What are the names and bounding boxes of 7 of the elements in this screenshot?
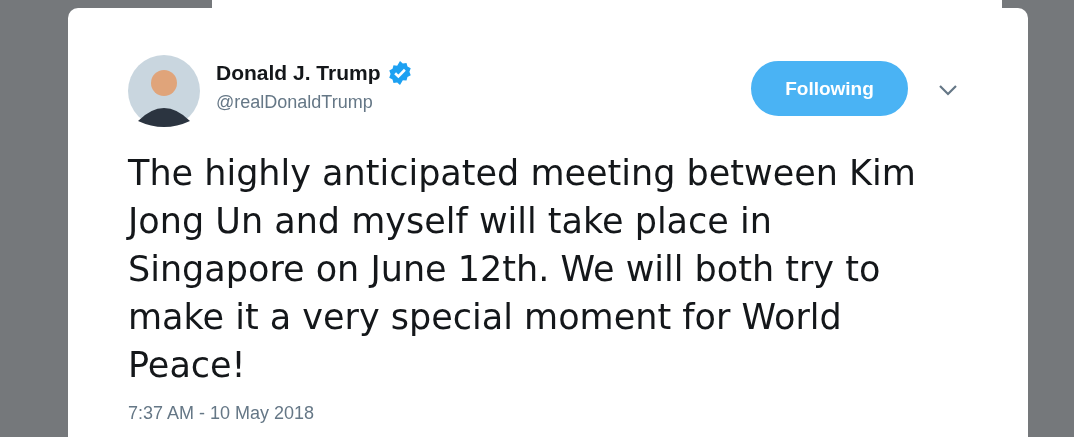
author-name[interactable]: Donald J. Trump [216, 61, 381, 85]
tweet-text: The highly anticipated meeting between Kim Jong Un and myself will take place in Singapore on June 12th. We will both try to make it a very special moment for World Peace! [128, 152, 917, 387]
tweet-timestamp[interactable]: 7:37 AM - 10 May 2018 [128, 403, 315, 424]
following-button[interactable]: Following [751, 61, 908, 116]
author-handle[interactable]: @realDonaldTrump [216, 92, 413, 113]
chevron-down-icon[interactable] [938, 84, 958, 96]
avatar-icon [128, 55, 200, 127]
